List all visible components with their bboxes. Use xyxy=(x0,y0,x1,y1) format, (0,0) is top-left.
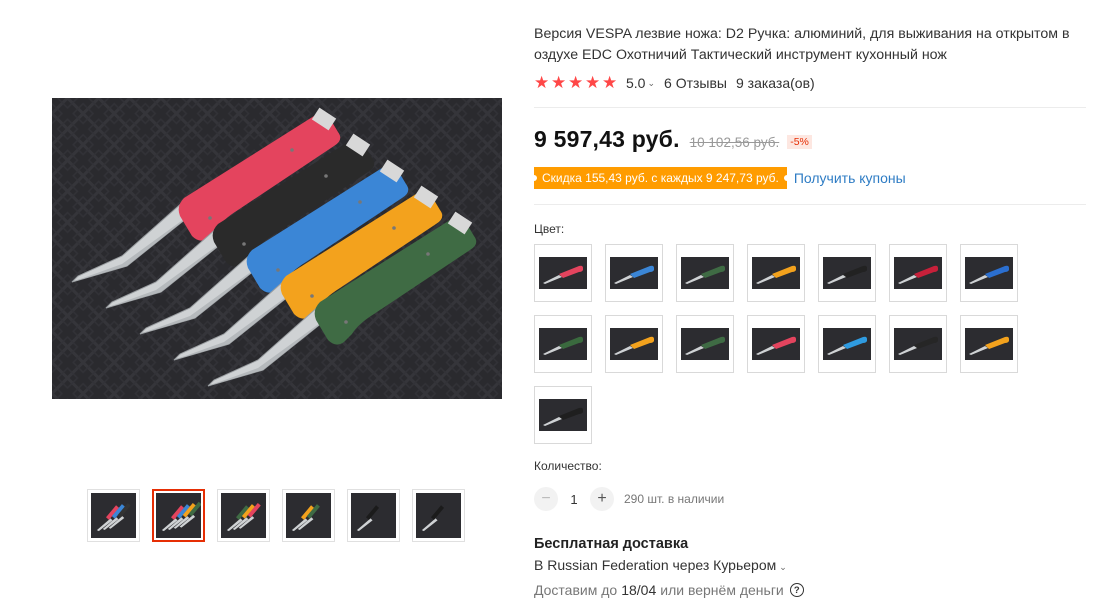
color-swatch-black[interactable] xyxy=(818,244,876,302)
knives-photo xyxy=(52,98,502,399)
color-label: Цвет: xyxy=(534,222,565,236)
rating-row: ★ ★ ★ ★ ★ 5.0 ⌄ 6 Отзывы 9 заказа(ов) xyxy=(534,74,815,92)
color-swatch-red[interactable] xyxy=(889,244,947,302)
price-row: 9 597,43 руб. 10 102,56 руб. -5% xyxy=(534,126,812,153)
quantity-value[interactable]: 1 xyxy=(558,492,590,507)
thumb-1[interactable] xyxy=(87,489,140,542)
color-swatch-blue[interactable] xyxy=(605,244,663,302)
thumbnail-image xyxy=(156,493,202,538)
color-swatch-orange[interactable] xyxy=(747,244,805,302)
thumb-5[interactable] xyxy=(347,489,400,542)
thumbnail-image xyxy=(286,493,331,538)
current-price: 9 597,43 руб. xyxy=(534,126,680,152)
thumb-2[interactable] xyxy=(152,489,205,542)
rating-stars: ★ ★ ★ ★ ★ xyxy=(534,73,618,92)
thumb-6[interactable] xyxy=(412,489,465,542)
main-product-image[interactable] xyxy=(52,98,502,399)
thumbnail-image xyxy=(351,493,396,538)
color-swatch-cyan[interactable] xyxy=(818,315,876,373)
swatch-image xyxy=(681,328,729,360)
color-swatch-grid xyxy=(534,244,1034,444)
star-icon: ★ xyxy=(551,73,567,92)
delivery-prefix: Доставим до xyxy=(534,582,618,598)
get-coupons-link[interactable]: Получить купоны xyxy=(794,170,906,186)
swatch-image xyxy=(965,328,1013,360)
divider xyxy=(534,204,1086,205)
color-swatch-green-black-blade[interactable] xyxy=(534,315,592,373)
color-swatch-orange-2[interactable] xyxy=(960,315,1018,373)
color-swatch-green[interactable] xyxy=(676,244,734,302)
swatch-image xyxy=(894,328,942,360)
reviews-link[interactable]: 6 Отзывы xyxy=(664,75,727,91)
swatch-image xyxy=(681,257,729,289)
discount-badge: -5% xyxy=(787,135,812,149)
swatch-image xyxy=(539,328,587,360)
swatch-image xyxy=(823,328,871,360)
thumbnail-image xyxy=(221,493,266,538)
color-swatch-green-2[interactable] xyxy=(676,315,734,373)
color-swatch-black-2[interactable] xyxy=(889,315,947,373)
color-swatch-pink[interactable] xyxy=(534,244,592,302)
star-icon: ★ xyxy=(534,73,550,92)
divider xyxy=(534,107,1086,108)
swatch-image xyxy=(752,257,800,289)
swatch-image xyxy=(539,257,587,289)
quantity-plus-button[interactable]: + xyxy=(590,487,614,511)
shipping-destination[interactable]: В Russian Federation через Курьером ⌄ xyxy=(534,557,796,573)
orders-count: 9 заказа(ов) xyxy=(735,75,815,91)
thumbnail-strip xyxy=(87,489,465,542)
swatch-image xyxy=(965,257,1013,289)
color-swatch-blue-black-blade[interactable] xyxy=(960,244,1018,302)
swatch-image xyxy=(823,257,871,289)
chevron-down-icon[interactable]: ⌄ xyxy=(647,78,655,89)
star-icon: ★ xyxy=(585,73,601,92)
star-icon: ★ xyxy=(602,73,618,92)
swatch-image xyxy=(894,257,942,289)
shipping-destination-text[interactable]: В Russian Federation через Курьером xyxy=(534,557,776,573)
quantity-label: Количество: xyxy=(534,459,602,473)
delivery-suffix: или вернём деньги xyxy=(660,582,784,598)
quantity-minus-button[interactable]: − xyxy=(534,487,558,511)
thumb-3[interactable] xyxy=(217,489,270,542)
stock-count: 290 шт. в наличии xyxy=(624,492,725,506)
chevron-down-icon[interactable]: ⌄ xyxy=(779,562,787,572)
swatch-image xyxy=(610,257,658,289)
coupon-row: Скидка 155,43 руб. с каждых 9 247,73 руб… xyxy=(531,167,906,189)
old-price: 10 102,56 руб. xyxy=(689,135,780,150)
thumbnail-image xyxy=(416,493,461,538)
coupon-tag: Скидка 155,43 руб. с каждых 9 247,73 руб… xyxy=(531,167,790,189)
color-swatch-black-3[interactable] xyxy=(534,386,592,444)
color-swatch-pink-black-blade[interactable] xyxy=(747,315,805,373)
delivery-date: 18/04 xyxy=(621,582,657,598)
rating-value[interactable]: 5.0 xyxy=(626,75,645,91)
swatch-image xyxy=(539,399,587,431)
swatch-image xyxy=(752,328,800,360)
star-icon: ★ xyxy=(568,73,584,92)
thumbnail-image xyxy=(91,493,136,538)
swatch-image xyxy=(610,328,658,360)
help-icon[interactable]: ? xyxy=(789,583,804,597)
product-title: Версия VESPA лезвие ножа: D2 Ручка: алюм… xyxy=(534,26,1070,63)
shipping-title: Бесплатная доставка xyxy=(534,536,689,552)
thumb-4[interactable] xyxy=(282,489,335,542)
delivery-estimate: Доставим до 18/04 или вернём деньги ? xyxy=(534,582,804,598)
color-swatch-orange-black-blade[interactable] xyxy=(605,315,663,373)
quantity-stepper: − 1 + 290 шт. в наличии xyxy=(534,487,724,511)
